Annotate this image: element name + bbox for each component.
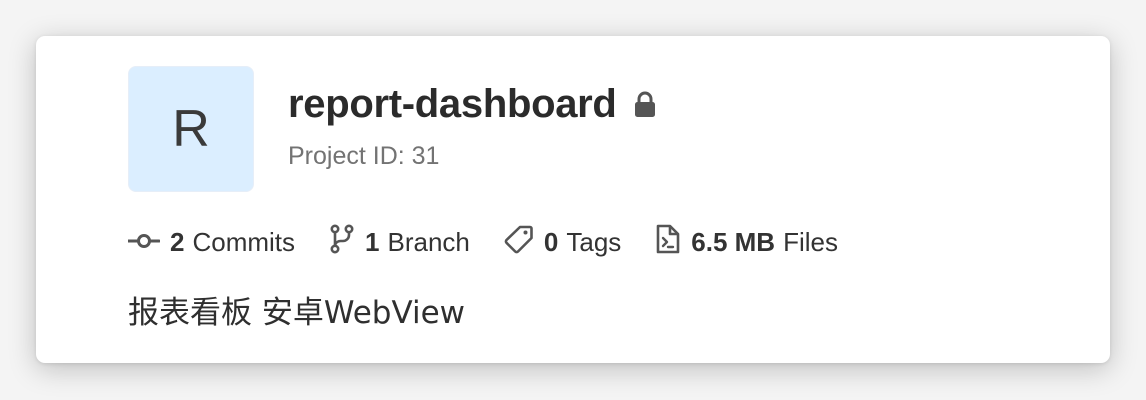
- file-icon: [655, 224, 681, 261]
- commits-label: Commits: [192, 227, 296, 257]
- branches-label: Branch: [387, 227, 470, 257]
- project-avatar[interactable]: R: [128, 66, 254, 192]
- project-description: 报表看板 安卓WebView: [128, 295, 466, 331]
- tags-count: 0: [543, 227, 559, 257]
- commit-icon: [126, 227, 161, 258]
- branches-count: 1: [365, 227, 380, 257]
- project-card: R report-dashboard Project ID: 31 2 Comm…: [36, 36, 1110, 363]
- lock-icon: [633, 91, 657, 119]
- branch-icon: [329, 224, 355, 261]
- project-id: Project ID: 31: [288, 142, 440, 170]
- commits-stat[interactable]: 2 Commits: [126, 227, 296, 258]
- tags-label: Tags: [566, 227, 622, 257]
- avatar-letter: R: [172, 100, 210, 158]
- commits-count: 2: [170, 227, 185, 257]
- tag-icon: [504, 224, 534, 261]
- files-label: Files: [783, 227, 838, 257]
- tags-stat[interactable]: 0 Tags: [504, 224, 621, 261]
- files-size: 6.5 MB: [691, 227, 776, 257]
- project-stats: 2 Commits 1 Branch 0 Tags 6.5 MB Files: [126, 224, 872, 261]
- project-name-link[interactable]: report-dashboard: [288, 82, 617, 127]
- project-title-row: report-dashboard: [288, 82, 657, 127]
- branches-stat[interactable]: 1 Branch: [329, 224, 470, 261]
- files-stat[interactable]: 6.5 MB Files: [655, 224, 838, 261]
